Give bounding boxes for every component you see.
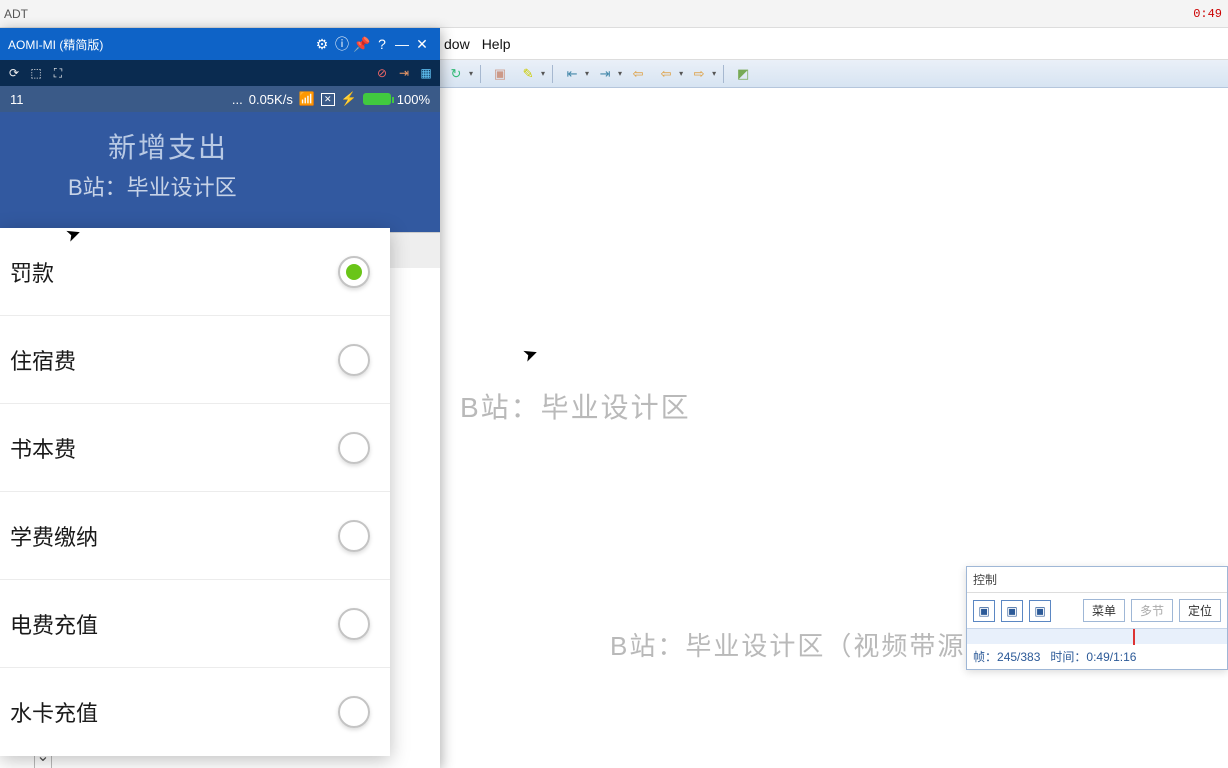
info-icon[interactable]: ⓘ — [332, 34, 352, 54]
locate-tab[interactable]: 定位 — [1179, 599, 1221, 622]
frame-count: 245/383 — [997, 650, 1040, 664]
time-value: 0:49/1:16 — [1086, 650, 1136, 664]
option-tuition[interactable]: 学费缴纳 — [0, 492, 390, 580]
menu-tab[interactable]: 菜单 — [1083, 599, 1125, 622]
charge-icon: ⚡ — [341, 91, 357, 107]
app-header: 新增支出 B站：毕业设计区 — [0, 112, 440, 232]
gear-icon[interactable]: ⚙ — [312, 36, 332, 53]
emu-fullscreen-icon[interactable]: ⛶ — [50, 65, 66, 81]
timeline-slider[interactable] — [967, 628, 1227, 644]
status-dots: ... — [232, 92, 243, 107]
emulator-titlebar[interactable]: AOMI-MI (精简版) ⚙ ⓘ 📌 ? — ✕ — [0, 28, 440, 60]
step-icon[interactable]: ⇤ — [560, 64, 584, 84]
folder-open-icon[interactable]: ▣ — [488, 64, 512, 84]
ide-title-bar: ADT 0:49 — [0, 0, 1228, 28]
radio-icon[interactable] — [338, 608, 370, 640]
tool-icon[interactable]: ◩ — [731, 64, 755, 84]
emu-grid-icon[interactable]: ▦ — [418, 65, 434, 81]
radio-icon[interactable] — [338, 344, 370, 376]
emu-exit-icon[interactable]: ⇥ — [396, 65, 412, 81]
category-picker-dialog[interactable]: 罚款 住宿费 书本费 学费缴纳 电费充值 水卡充值 — [0, 228, 390, 756]
emu-rotate-icon[interactable]: ⟳ — [6, 65, 22, 81]
option-label: 电费充值 — [10, 608, 98, 640]
option-books[interactable]: 书本费 — [0, 404, 390, 492]
option-label: 罚款 — [10, 256, 54, 288]
option-label: 书本费 — [10, 432, 76, 464]
video-control-panel[interactable]: 控制 ▣ ▣ ▣ 菜单 多节 定位 帧：245/383 时间：0:49/1:16 — [966, 566, 1228, 670]
android-status-bar: 11 ... 0.05K/s 📶 ✕ ⚡ 100% — [0, 86, 440, 112]
radio-icon[interactable] — [338, 696, 370, 728]
option-label: 住宿费 — [10, 344, 76, 376]
minimize-icon[interactable]: — — [392, 36, 412, 52]
header-watermark: B站：毕业设计区 — [68, 170, 422, 202]
emulator-toolbar: ⟳ ⬚ ⛶ ⊘ ⇥ ▦ — [0, 60, 440, 86]
option-lodging[interactable]: 住宿费 — [0, 316, 390, 404]
menu-window[interactable]: dow — [444, 36, 470, 52]
app-title: 新增支出 — [108, 126, 422, 166]
option-water[interactable]: 水卡充值 — [0, 668, 390, 756]
control-panel-toolbar: ▣ ▣ ▣ 菜单 多节 定位 — [967, 593, 1227, 628]
cursor-icon: ➤ — [520, 342, 541, 367]
radio-icon[interactable] — [338, 432, 370, 464]
emulator-title: AOMI-MI (精简版) — [8, 36, 103, 53]
help-icon[interactable]: ? — [372, 36, 392, 52]
menu-help[interactable]: Help — [482, 36, 511, 52]
close-icon[interactable]: ✕ — [412, 36, 432, 53]
battery-pct: 100% — [397, 92, 430, 107]
control-panel-status: 帧：245/383 时间：0:49/1:16 — [967, 644, 1227, 669]
signal-icon: ✕ — [321, 93, 335, 106]
fwd-icon[interactable]: ⇨ — [687, 64, 711, 84]
emu-frame-icon[interactable]: ⬚ — [28, 65, 44, 81]
clock-timer: 0:49 — [1193, 7, 1222, 21]
refresh-icon[interactable]: ↻ — [444, 64, 468, 84]
back-icon[interactable]: ⇦ — [626, 64, 650, 84]
back-drop-icon[interactable]: ⇦ — [654, 64, 678, 84]
option-electric[interactable]: 电费充值 — [0, 580, 390, 668]
pin-icon[interactable]: 📌 — [352, 36, 372, 53]
control-panel-title: 控制 — [967, 567, 1227, 593]
radio-icon[interactable] — [338, 520, 370, 552]
search-icon[interactable]: ✎ — [516, 64, 540, 84]
ide-title: ADT — [4, 7, 28, 21]
option-fine[interactable]: 罚款 — [0, 228, 390, 316]
option-label: 水卡充值 — [10, 696, 98, 728]
step-over-icon[interactable]: ⇥ — [593, 64, 617, 84]
wifi-icon: 📶 — [299, 91, 315, 107]
battery-icon — [363, 93, 391, 105]
status-time: 11 — [10, 92, 24, 107]
prev-frame-button[interactable]: ▣ — [973, 600, 995, 622]
emu-block-icon[interactable]: ⊘ — [374, 65, 390, 81]
watermark-center: B站：毕业设计区 — [460, 386, 691, 426]
play-pause-button[interactable]: ▣ — [1001, 600, 1023, 622]
multi-tab[interactable]: 多节 — [1131, 599, 1173, 622]
timeline-marker[interactable] — [1133, 629, 1135, 645]
next-frame-button[interactable]: ▣ — [1029, 600, 1051, 622]
option-label: 学费缴纳 — [10, 520, 98, 552]
radio-selected-icon[interactable] — [338, 256, 370, 288]
status-speed: 0.05K/s — [249, 92, 293, 107]
